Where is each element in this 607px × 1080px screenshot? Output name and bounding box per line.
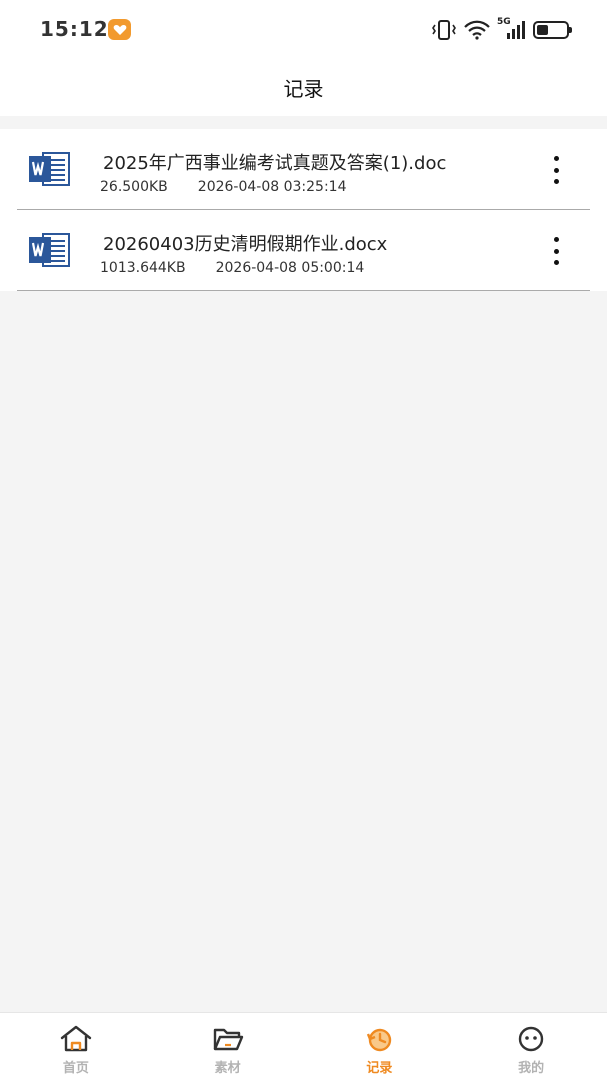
record-file-size: 1013.644KB [100,260,186,276]
page-title: 记录 [283,76,324,101]
status-bar: 15:12 5G [0,0,607,58]
battery-level [537,25,548,35]
record-meta: 26.500KB 2026-04-08 03:25:14 [100,179,346,195]
bottom-tab-bar: 首页 素材 记录 我的 [0,1012,607,1080]
more-options-icon[interactable] [546,156,566,184]
signal-icon: 5G [497,17,527,41]
more-options-icon[interactable] [546,237,566,265]
folder-icon [213,1028,243,1051]
record-list: 2025年广西事业编考试真题及答案(1).doc 26.500KB 2026-04… [0,129,607,291]
wifi-icon [464,20,490,40]
tab-records[interactable]: 记录 [304,1013,456,1080]
status-time: 15:12 [40,17,109,41]
tab-label: 记录 [366,1061,393,1076]
vibrate-icon [432,20,456,40]
battery-icon [533,21,572,39]
word-doc-icon [29,233,70,267]
record-file-name: 20260403历史清明假期作业.docx [103,234,388,255]
record-item[interactable]: 20260403历史清明假期作业.docx 1013.644KB 2026-04-… [17,210,590,291]
page-header: 记录 [0,58,607,116]
record-date: 2026-04-08 05:00:14 [215,260,365,276]
word-doc-icon [29,152,70,186]
home-icon [60,1025,92,1052]
tab-label: 我的 [518,1061,545,1076]
profile-face-icon [518,1026,544,1052]
tab-mine[interactable]: 我的 [455,1013,607,1080]
record-file-name: 2025年广西事业编考试真题及答案(1).doc [103,153,447,174]
record-date: 2026-04-08 03:25:14 [197,179,347,195]
history-icon [367,1028,392,1052]
record-file-size: 26.500KB [100,179,168,195]
heart-app-icon [108,19,131,40]
tab-label: 素材 [214,1061,241,1076]
record-item[interactable]: 2025年广西事业编考试真题及答案(1).doc 26.500KB 2026-04… [17,129,590,210]
tab-label: 首页 [62,1061,89,1076]
tab-home[interactable]: 首页 [0,1013,152,1080]
status-icons: 5G [431,17,572,42]
tab-materials[interactable]: 素材 [152,1013,304,1080]
record-meta: 1013.644KB 2026-04-08 05:00:14 [100,260,364,276]
